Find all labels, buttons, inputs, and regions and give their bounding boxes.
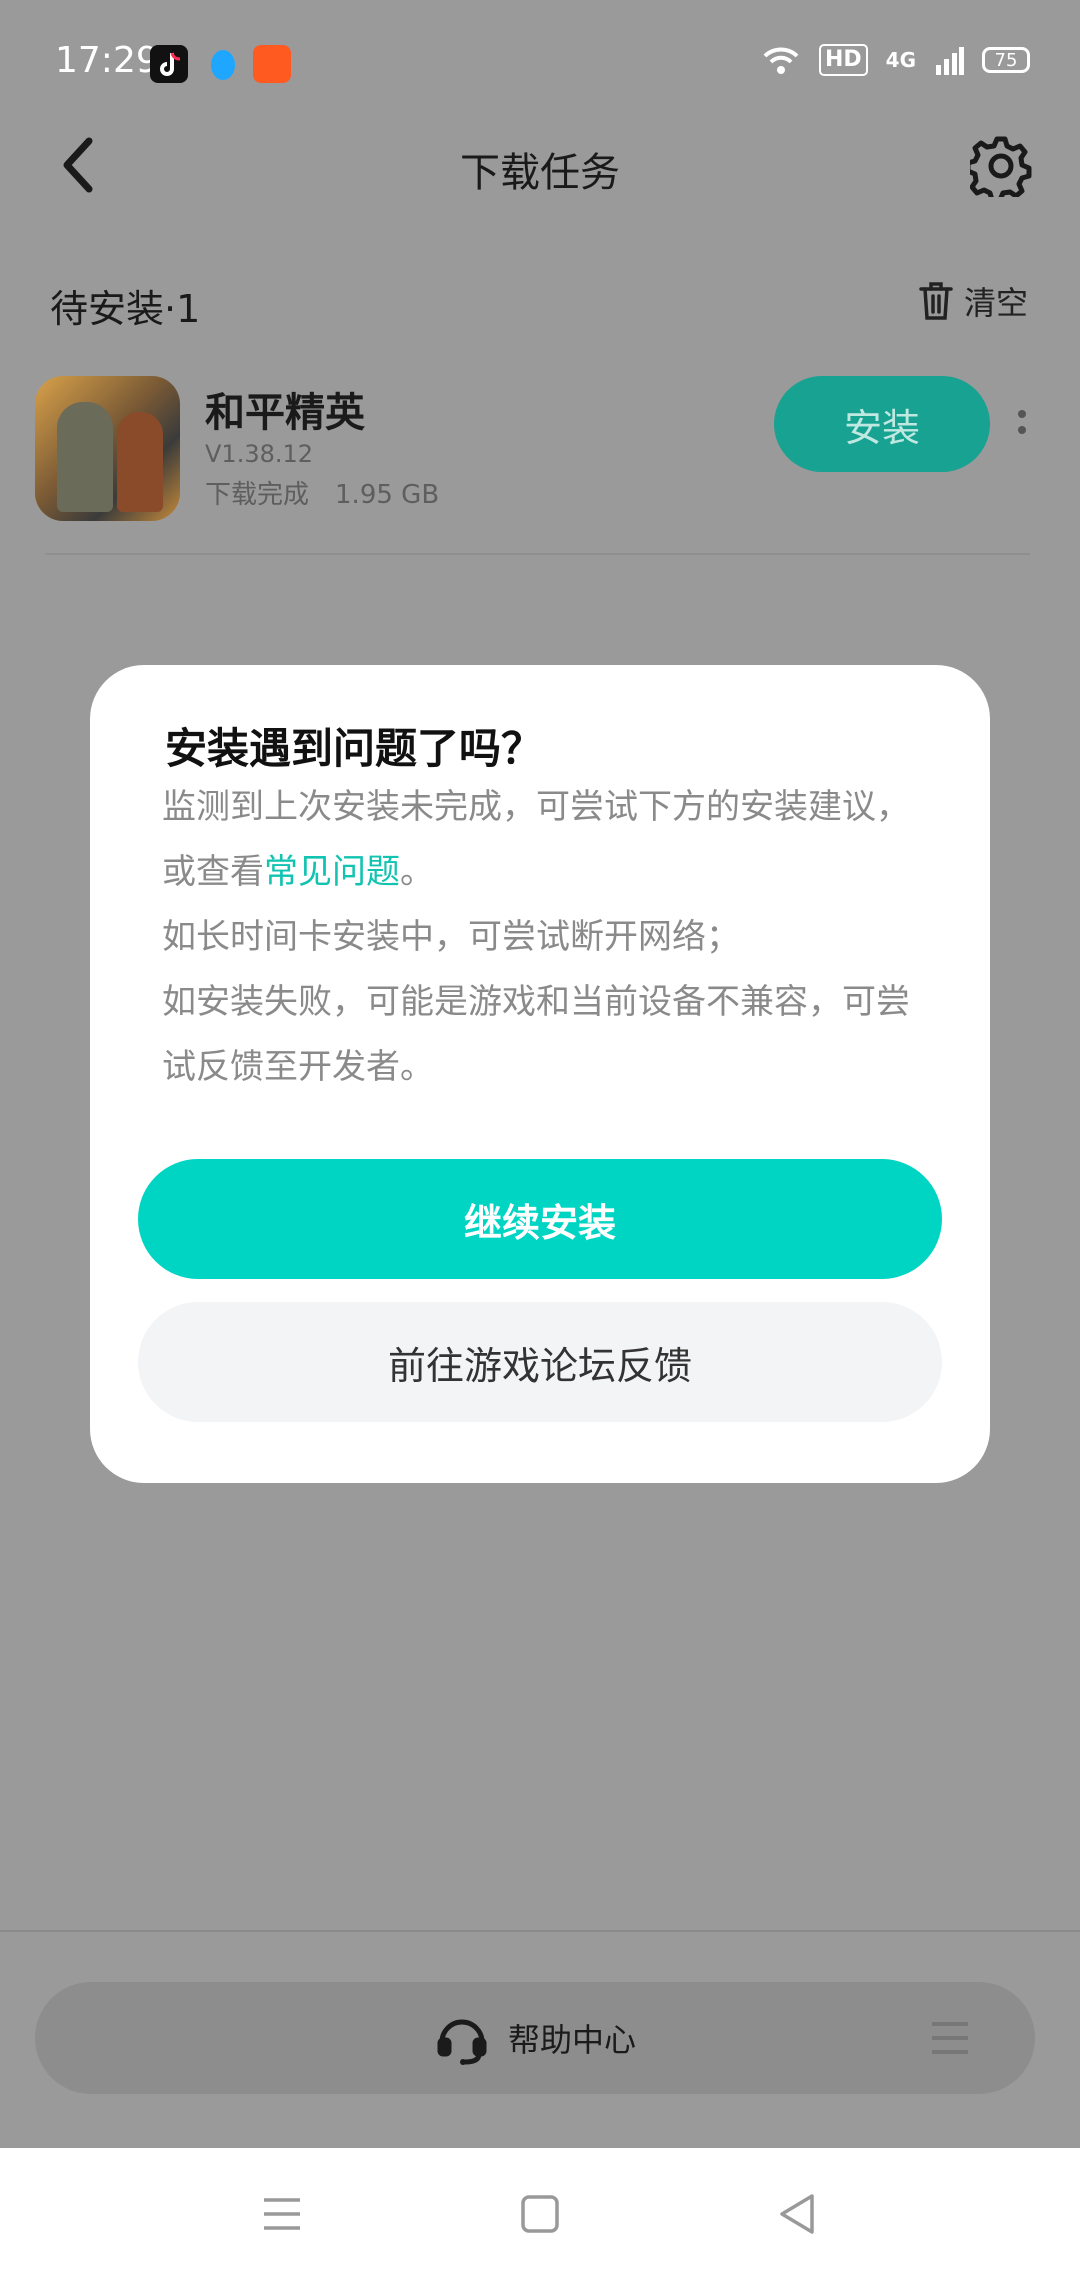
bottom-divider [0,1930,1080,1932]
kuaishou-icon [253,45,291,83]
menu-lines-icon [264,2198,300,2230]
status-bar: 17:29 HD 4G 75 [0,0,1080,130]
network-label: 4G [885,48,916,72]
wifi-icon [763,47,799,74]
install-button[interactable]: 安装 [774,376,990,472]
install-problem-dialog: 安装遇到问题了吗？ 监测到上次安装未完成，可尝试下方的安装建议，或查看常见问题。… [90,665,990,1483]
dialog-body: 监测到上次安装未完成，可尝试下方的安装建议，或查看常见问题。 如长时间卡安装中，… [162,775,922,1100]
dialog-title: 安装遇到问题了吗？ [165,724,544,773]
help-bar: 帮助中心 [35,1982,1035,2094]
back-nav-button[interactable] [772,2188,824,2240]
clear-button[interactable]: 清空 [918,278,1028,324]
continue-install-button[interactable]: 继续安装 [138,1159,942,1279]
status-text: 下载完成 [205,480,310,510]
dialog-body-text-1-end: 。 [400,852,434,892]
app-name: 和平精英 [205,390,365,436]
help-center-button[interactable]: 帮助中心 [35,1982,1035,2094]
settings-button[interactable] [965,135,1032,203]
square-icon [521,2195,559,2233]
home-button[interactable] [514,2188,566,2240]
download-item: 和平精英 V1.38.12 下载完成 1.95 GB 安装 [0,370,1080,560]
faq-link[interactable]: 常见问题 [264,852,400,892]
game-app-icon [35,376,180,521]
more-options-icon[interactable] [1016,408,1028,438]
system-nav-bar [0,2148,1080,2280]
recents-button[interactable] [256,2188,308,2240]
app-version: V1.38.12 [205,440,314,468]
tiktok-icon [150,45,188,83]
dialog-body-text-3: 如安装失败，可能是游戏和当前设备不兼容，可尝试反馈至开发者。 [162,982,910,1087]
hd-badge: HD [818,44,868,76]
status-right: HD 4G 75 [761,44,1030,76]
triangle-back-icon [780,2194,814,2234]
pending-install-title: 待安装·1 [50,287,201,331]
help-center-label: 帮助中心 [507,2021,636,2059]
forum-feedback-button[interactable]: 前往游戏论坛反馈 [138,1302,942,1422]
menu-icon[interactable] [930,2020,970,2056]
gear-icon [965,136,1032,203]
clear-label: 清空 [964,284,1029,322]
trash-icon [919,282,953,320]
dialog-body-text-2: 如长时间卡安装中，可尝试断开网络； [162,917,740,957]
app-size: 1.95 GB [335,480,440,510]
row-divider [45,553,1030,555]
page-title: 下载任务 [460,150,620,196]
headset-icon [437,2019,487,2065]
qq-icon [204,45,242,83]
signal-icon [936,47,964,75]
status-time: 17:29 [55,40,159,81]
app-download-status: 下载完成 1.95 GB [205,474,439,511]
battery-indicator: 75 [982,47,1030,73]
